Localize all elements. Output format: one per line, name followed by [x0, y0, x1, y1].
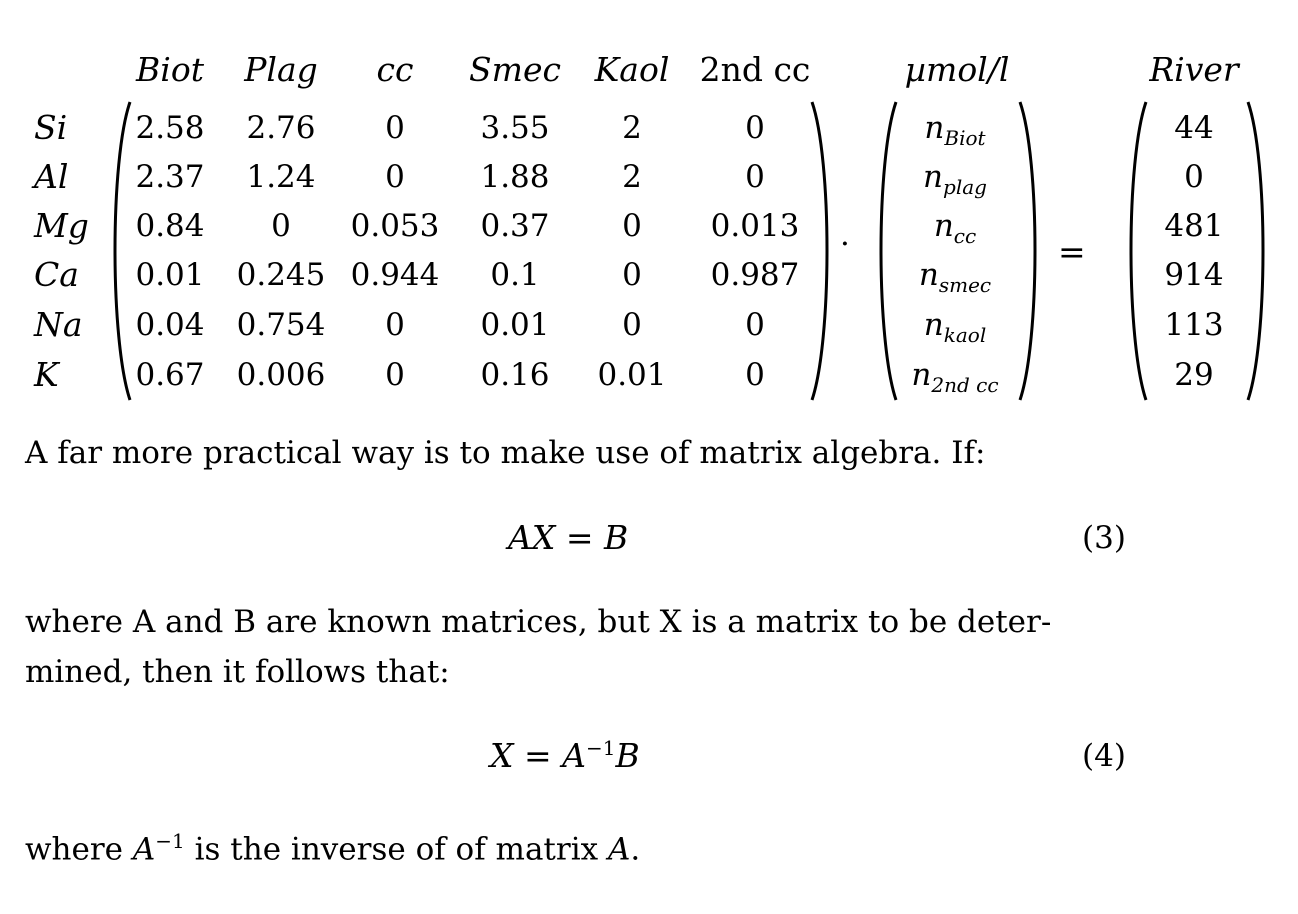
col-header-plag: Plag — [244, 50, 318, 89]
matrix-cell: 0 — [745, 159, 765, 195]
matrix-cell: 0 — [271, 208, 291, 244]
matrix-cell: 0 — [745, 357, 765, 393]
matrix-cell: 0.84 — [135, 208, 205, 244]
matrix-cell: 2.58 — [135, 110, 205, 146]
river-value: 113 — [1164, 307, 1224, 343]
matrix-cell: 0.006 — [236, 357, 326, 393]
row-label-na: Na — [34, 305, 83, 344]
col-header-kaol: Kaol — [594, 50, 670, 89]
unknown-n-smec: nsmec — [918, 257, 992, 298]
matrix-cell: 0.944 — [350, 257, 440, 293]
matrix-cell: 3.55 — [480, 110, 550, 146]
matrix-cell: 0 — [745, 110, 765, 146]
matrix-cell: 0.013 — [710, 208, 800, 244]
matrix-cell: 2 — [622, 159, 642, 195]
equation-3: AX = B — [508, 518, 629, 557]
equation-4-number: (4) — [1082, 738, 1126, 774]
matrix-cell: 0.67 — [135, 357, 205, 393]
river-left-paren — [1129, 101, 1148, 401]
col-header-biot: Biot — [136, 50, 204, 89]
row-label-al: Al — [34, 157, 69, 196]
river-value: 481 — [1164, 208, 1224, 244]
row-label-ca: Ca — [34, 255, 79, 294]
paragraph-matrix-algebra: A far more practical way is to make use … — [25, 435, 986, 471]
matrix-cell: 0.987 — [710, 257, 800, 293]
river-value: 44 — [1174, 110, 1214, 146]
matrix-cell: 0.01 — [480, 307, 550, 343]
matrix-cell: 0 — [622, 208, 642, 244]
matrix-cell: 0.053 — [350, 208, 440, 244]
matrix-cell: 0 — [385, 307, 405, 343]
paragraph-known-matrices-line2: mined, then it follows that: — [25, 654, 450, 690]
paragraph-known-matrices-line1: where A and B are known matrices, but X … — [25, 604, 1052, 640]
matrix-cell: 0.1 — [490, 257, 540, 293]
matrix-cell: 2 — [622, 110, 642, 146]
matrix-cell: 0 — [622, 307, 642, 343]
matrix-cell: 2.37 — [135, 159, 205, 195]
paragraph-inverse: where A−1 is the inverse of of matrix A. — [25, 829, 641, 868]
river-value: 914 — [1164, 257, 1224, 293]
unknown-n-plag: nplag — [923, 159, 987, 200]
unknown-n-cc: ncc — [933, 208, 977, 249]
matrix-cell: 0 — [622, 257, 642, 293]
matrix-cell: 0 — [385, 159, 405, 195]
row-label-si: Si — [34, 108, 68, 147]
matrix-cell: 2.76 — [246, 110, 316, 146]
dot-operator: · — [840, 226, 850, 262]
matrix-cell: 0.754 — [236, 307, 326, 343]
matrix-cell: 0.01 — [135, 257, 205, 293]
matrix-cell: 0.37 — [480, 208, 550, 244]
equation-3-number: (3) — [1082, 520, 1126, 556]
matrix-cell: 0.01 — [597, 357, 667, 393]
matrix-cell: 0 — [745, 307, 765, 343]
river-right-paren — [1246, 101, 1265, 401]
col-header-2nd-cc: 2nd cc — [699, 50, 811, 89]
col-header-smec: Smec — [469, 50, 561, 89]
col-header-cc: cc — [376, 50, 414, 89]
equation-4: X = A−1B — [490, 736, 640, 775]
unknown-n-2nd-cc: n2nd cc — [911, 357, 999, 398]
matrix-cell: 1.88 — [480, 159, 550, 195]
river-value: 0 — [1184, 159, 1204, 195]
equals-sign: = — [1058, 232, 1086, 271]
row-label-mg: Mg — [34, 206, 89, 245]
matrix-right-paren — [810, 101, 829, 401]
vector-right-paren — [1018, 101, 1037, 401]
vector-left-paren — [879, 101, 898, 401]
unknown-n-kaol: nkaol — [923, 307, 987, 348]
matrix-cell: 1.24 — [246, 159, 316, 195]
unknowns-header: µmol/l — [904, 50, 1010, 89]
unknown-n-biot: nBiot — [924, 110, 986, 151]
matrix-cell: 0 — [385, 357, 405, 393]
matrix-cell: 0 — [385, 110, 405, 146]
river-value: 29 — [1174, 357, 1214, 393]
matrix-cell: 0.245 — [236, 257, 326, 293]
row-label-k: K — [34, 355, 59, 394]
matrix-cell: 0.16 — [480, 357, 550, 393]
river-header: River — [1149, 50, 1239, 89]
matrix-cell: 0.04 — [135, 307, 205, 343]
matrix-left-paren — [113, 101, 132, 401]
